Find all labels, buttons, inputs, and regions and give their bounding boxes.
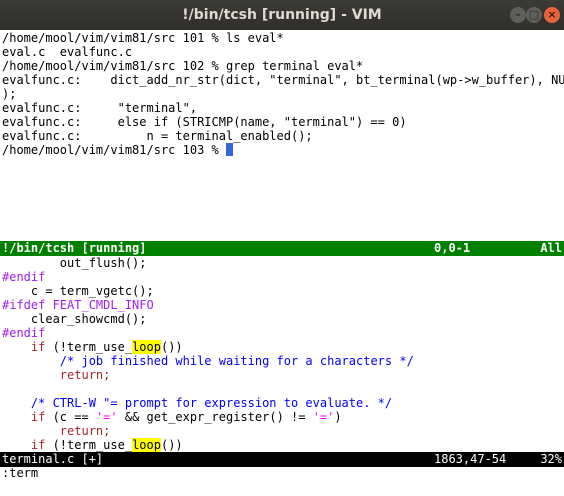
code-text: (c ==	[45, 410, 96, 424]
code-text: (!term_use_	[45, 340, 133, 354]
maximize-icon[interactable]: □	[526, 7, 542, 23]
code-comment: /* CTRL-W "= prompt for expression to ev…	[2, 396, 393, 410]
terminal-scroll-percent: All	[540, 241, 562, 255]
code-text: (!term_use_	[45, 438, 133, 452]
terminal-line: evalfunc.c: n = terminal_enabled();	[2, 129, 313, 143]
minimize-icon[interactable]: –	[510, 7, 526, 23]
code-comment: /* job finished while waiting for a char…	[2, 354, 414, 368]
terminal-line: eval.c evalfunc.c	[2, 45, 133, 59]
code-line: return;	[2, 368, 111, 382]
code-text: ())	[160, 438, 183, 452]
code-text: ())	[160, 340, 183, 354]
search-highlight: loop	[132, 340, 161, 354]
code-line: #endif	[2, 270, 46, 284]
terminal-line: evalfunc.c: "terminal",	[2, 101, 198, 115]
code-text: && get_expr_register() !=	[117, 410, 313, 424]
code-string: '='	[95, 410, 118, 424]
keyword-if: if	[30, 410, 46, 424]
title-bar: !/bin/tcsh [running] - VIM – □ ×	[0, 0, 564, 30]
code-line: return;	[2, 424, 111, 438]
search-highlight: loop	[132, 438, 161, 452]
terminal-line: );	[2, 87, 17, 101]
terminal-buffer-name: !/bin/tcsh [running]	[2, 241, 147, 255]
terminal-status-line[interactable]: !/bin/tcsh [running] 0,0-1 All	[0, 241, 564, 256]
file-buffer-name: terminal.c [+]	[2, 452, 104, 466]
terminal-cursor-position: 0,0-1	[434, 241, 471, 255]
file-status-line[interactable]: terminal.c [+] 1863,47-54 32%	[0, 452, 564, 467]
terminal-line: /home/mool/vim/vim81/src 102 % grep term…	[2, 59, 364, 73]
code-line: #endif	[2, 326, 46, 340]
terminal-cursor	[225, 143, 233, 156]
window-title: !/bin/tcsh [running] - VIM	[182, 7, 382, 23]
terminal-line: evalfunc.c: else if (STRICMP(name, "term…	[2, 115, 407, 129]
close-icon[interactable]: ×	[544, 7, 560, 23]
terminal-prompt: /home/mool/vim/vim81/src 103 %	[2, 143, 226, 157]
code-line: if (c == '=' && get_expr_register() != '…	[2, 410, 342, 424]
code-line: #ifdef FEAT_CMDL_INFO	[2, 298, 154, 312]
code-line: if (!term_use_loop())	[2, 340, 183, 354]
keyword-if: if	[30, 340, 46, 354]
code-line: c = term_vgetc();	[2, 284, 154, 298]
file-cursor-position: 1863,47-54	[434, 452, 507, 466]
terminal-line: /home/mool/vim/vim81/src 101 % ls eval*	[2, 31, 284, 45]
terminal-prompt-line[interactable]: /home/mool/vim/vim81/src 103 %	[2, 143, 233, 157]
terminal-line: evalfunc.c: dict_add_nr_str(dict, "termi…	[2, 73, 564, 87]
terminal-window[interactable]: /home/mool/vim/vim81/src 101 % ls eval* …	[0, 30, 564, 241]
code-editor[interactable]: out_flush(); #endif c = term_vgetc(); #i…	[0, 256, 564, 452]
code-line: out_flush();	[2, 256, 147, 270]
keyword-if: if	[30, 438, 46, 452]
command-line[interactable]: :term	[2, 466, 38, 480]
file-scroll-percent: 32%	[540, 452, 562, 466]
code-line: clear_showcmd();	[2, 312, 147, 326]
code-string: '='	[312, 410, 335, 424]
code-text: )	[334, 410, 342, 424]
code-line: if (!term_use_loop())	[2, 438, 183, 452]
